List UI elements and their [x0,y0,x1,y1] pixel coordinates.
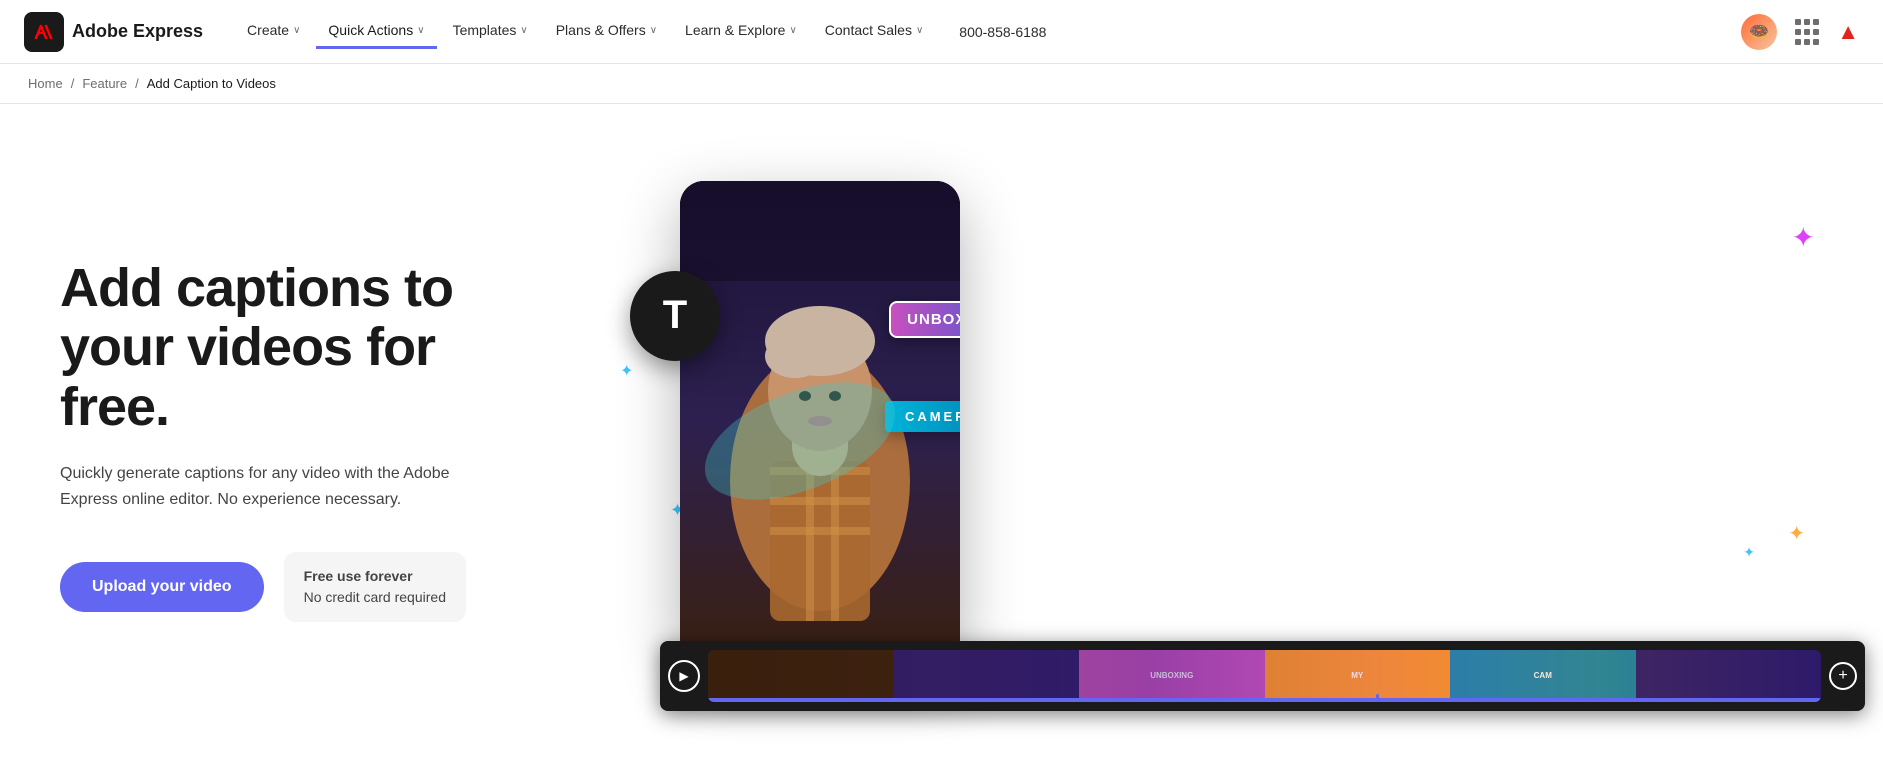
sticker-unboxing: UNBOXING! [889,301,960,338]
breadcrumb-separator: / [135,76,139,91]
nav-menu: Create ∨ Quick Actions ∨ Templates ∨ Pla… [235,14,1717,49]
text-tool-icon: T [630,271,720,361]
free-line2: No credit card required [304,589,446,605]
app-switcher-icon[interactable] [1793,18,1821,46]
breadcrumb-feature[interactable]: Feature [82,76,127,91]
timeline-frames: UNBOXING MY CAM [708,650,1821,702]
sparkle-icon: ✦ [1758,431,1775,456]
hero-subtitle: Quickly generate captions for any video … [60,461,480,512]
nav-quick-actions[interactable]: Quick Actions ∨ [316,14,436,49]
nav-learn[interactable]: Learn & Explore ∨ [673,14,809,49]
chevron-down-icon: ∨ [789,25,796,36]
breadcrumb-current: Add Caption to Videos [147,76,276,91]
brand-logo[interactable]: Adobe Express [24,12,203,52]
hero-title: Add captions to your videos for free. [60,259,580,437]
add-clip-button[interactable]: + [1829,662,1857,690]
adobe-logo-icon[interactable]: ▲ [1837,19,1859,45]
chevron-down-icon: ∨ [916,25,923,36]
user-avatar[interactable]: 🍩 [1741,14,1777,50]
brand-name: Adobe Express [72,21,203,42]
hero-actions: Upload your video Free use forever No cr… [60,552,580,622]
chevron-down-icon: ∨ [293,25,300,36]
star-decoration-pink: ✦ [1792,221,1815,254]
free-line1: Free use forever [304,566,446,587]
hero-section: Add captions to your videos for free. Qu… [0,104,1883,777]
phone-number: 800-858-6188 [959,24,1046,40]
sticker-camera: CAMERA [885,401,960,432]
hero-content: Add captions to your videos for free. Qu… [60,259,580,622]
timeline-progress-bar [708,698,1821,702]
breadcrumb: Home / Feature / Add Caption to Videos [0,64,1883,104]
upload-video-button[interactable]: Upload your video [60,562,264,612]
hero-illustration: T ✦ ✦ ✦ ✦ ✦ ✦ ✦ [620,161,1835,721]
star-decoration-blue: ✦ [620,361,633,381]
nav-create[interactable]: Create ∨ [235,14,312,49]
chevron-down-icon: ∨ [417,25,424,36]
video-timeline: ▶ UNBOXING MY CAM + [660,641,1865,711]
chevron-down-icon: ∨ [520,25,527,36]
star-decoration-cyan2: ✦ [1743,544,1755,561]
nav-right-controls: 🍩 ▲ [1741,14,1859,50]
nav-plans[interactable]: Plans & Offers ∨ [544,14,669,49]
timeline-thumb[interactable] [1376,694,1379,702]
logo-icon [24,12,64,52]
free-badge: Free use forever No credit card required [284,552,466,622]
nav-contact[interactable]: Contact Sales ∨ [813,14,936,49]
breadcrumb-home[interactable]: Home [28,76,63,91]
navigation: Adobe Express Create ∨ Quick Actions ∨ T… [0,0,1883,64]
star-decoration-orange: ✦ [1788,521,1805,546]
breadcrumb-separator: / [71,76,75,91]
chevron-down-icon: ∨ [650,25,657,36]
play-button[interactable]: ▶ [668,660,700,692]
nav-templates[interactable]: Templates ∨ [441,14,540,49]
